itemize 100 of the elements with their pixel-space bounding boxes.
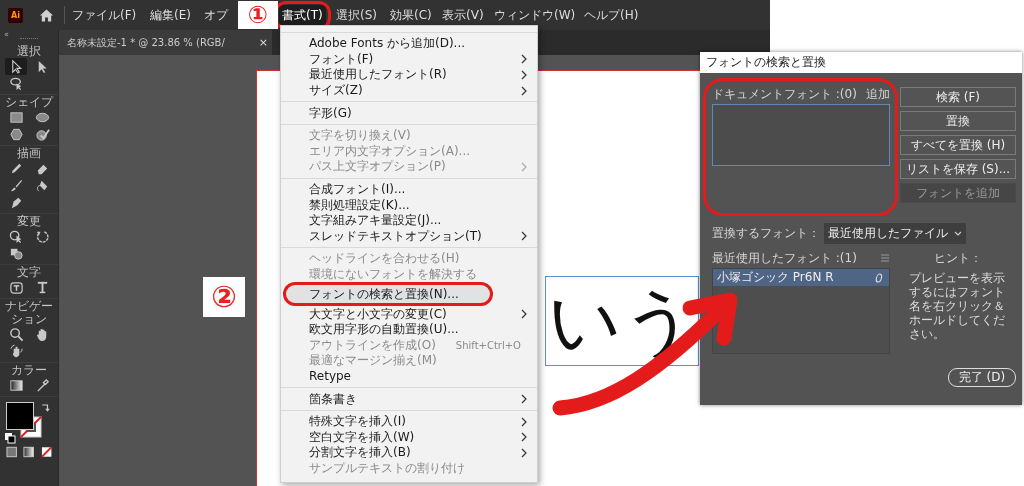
menu-item-label: 分割文字を挿入(B): [309, 444, 411, 462]
menu-item-label: パス上文字オプション(P): [309, 158, 446, 176]
menu-item[interactable]: 表示(V): [439, 4, 487, 26]
field-label: 最近使用したフォント :(1): [712, 249, 857, 267]
gradient-icon: [8, 378, 24, 393]
menu-item-label: 箇条書き: [309, 390, 357, 408]
menu-item[interactable]: 合成フォント(I)...: [281, 181, 537, 198]
menu-item[interactable]: 空白文字を挿入(W): [281, 429, 537, 446]
menu-item-label: ヘッドラインを合わせる(H): [309, 250, 460, 268]
home-icon: [39, 7, 54, 23]
document-title: 名称未設定-1 * @ 23.86 % (RGB/: [67, 35, 226, 50]
menu-item[interactable]: 最近使用したフォント(R): [281, 67, 537, 83]
step-number: ①: [238, 1, 278, 29]
tool-group-label: 描画: [16, 147, 42, 160]
menu-item[interactable]: 分割文字を挿入(B): [281, 445, 537, 461]
menu-item-label: Retype: [309, 369, 351, 384]
caret-down-icon: [954, 230, 962, 237]
transform-icon: [8, 229, 24, 244]
menu-item-label: 環境にないフォントを解決する: [309, 266, 477, 283]
menu-item[interactable]: 選択(S): [333, 4, 380, 26]
hint-title: ヒント：: [933, 250, 983, 267]
tool-group-label: シェイプ: [4, 96, 55, 109]
menu-item[interactable]: 特殊文字を挿入(I): [281, 413, 537, 430]
menu-item[interactable]: サイズ(Z): [281, 82, 537, 99]
tool-group-label: 文字: [16, 266, 42, 279]
rotate-icon: [34, 229, 50, 244]
shapes-icon: [8, 246, 24, 261]
font-source-dropdown[interactable]: 最近使用したファイル: [824, 223, 966, 244]
add-link[interactable]: 追加: [866, 85, 890, 103]
field-label: 置換するフォント：: [712, 225, 820, 242]
menu-item-label: サイズ(Z): [309, 82, 363, 100]
menu-item[interactable]: Adobe Fonts から追加(D)...: [281, 36, 537, 52]
font-list-item[interactable]: 小塚ゴシック Pr6N R: [713, 269, 889, 286]
step-number: ②: [203, 277, 245, 317]
brush-icon: [8, 178, 24, 193]
gradient-mode-icon: [23, 446, 35, 458]
menu-item[interactable]: 文字組みアキ量設定(J)...: [281, 212, 537, 229]
ellipse-icon: [34, 110, 50, 125]
menu-item[interactable]: ウィンドウ(W): [491, 4, 579, 26]
menu-item-label: エリア内文字オプション(A)...: [309, 142, 470, 160]
tool-group-label: 選択: [16, 45, 42, 58]
rotate-view-icon: [8, 344, 24, 359]
menu-item-label: 欧文用字形の自動置換(U)...: [309, 321, 459, 339]
menu-item[interactable]: 編集(E): [147, 4, 194, 26]
opentype-icon: [875, 272, 885, 283]
menu-item[interactable]: 大文字と小文字の変更(C): [281, 306, 537, 322]
menu-item-label: 字形(G): [309, 104, 352, 122]
blob-brush-icon: [34, 178, 50, 193]
menu-item[interactable]: 字形(G): [281, 105, 537, 121]
dialog-button[interactable]: リストを保存 (S)...: [900, 159, 1016, 179]
menu-item-label: フォント(F): [309, 50, 374, 68]
tool-button[interactable]: [5, 58, 27, 75]
menu-item-label: 文字を切り換え(V): [309, 127, 411, 145]
touch-type-icon: [8, 280, 24, 295]
list-view-icon: [880, 253, 890, 263]
menu-item-label: 特殊文字を挿入(I): [309, 413, 406, 431]
tool-group-label: ナビゲーション: [4, 300, 54, 326]
dialog-title: フォントの検索と置換: [700, 52, 1022, 73]
menu-item-label: アウトラインを作成(O): [309, 336, 436, 354]
menu-item-label: 禁則処理設定(K)...: [309, 196, 410, 214]
none-mode-icon: [40, 446, 52, 458]
menu-item-label: サンプルテキストの割り付け: [309, 459, 465, 477]
app-logo: Ai: [8, 7, 23, 23]
done-button[interactable]: 完了 (D): [948, 368, 1016, 387]
hexagon-icon: [8, 127, 24, 142]
menu-item[interactable]: スレッドテキストオプション(T): [281, 228, 537, 245]
search-icon: [8, 327, 24, 342]
menu-item-label: 文字組みアキ量設定(J)...: [309, 212, 442, 230]
menu-item-label: 最適なマージン揃え(M): [309, 352, 437, 370]
dialog-button[interactable]: すべてを置換 (H): [900, 135, 1016, 155]
menu-item[interactable]: 箇条書き: [281, 391, 537, 407]
tool-group-label: 変更: [16, 215, 42, 228]
rectangle-icon: [8, 110, 24, 125]
menu-item-label: 大文字と小文字の変更(C): [309, 305, 447, 323]
fill-swatch[interactable]: [6, 402, 34, 430]
menu-item[interactable]: オプ: [201, 4, 231, 26]
shaper-icon: [34, 127, 50, 142]
menu-item[interactable]: フォント(F): [281, 51, 537, 68]
menu-item[interactable]: Retype: [281, 368, 537, 385]
menu-item[interactable]: 効果(C): [387, 4, 435, 26]
menu-item-label: 最近使用したフォント(R): [309, 66, 447, 84]
eyedropper-icon: [34, 378, 50, 393]
hint-text: プレビューを表示するにはフォント名を右クリック＆ホールドしてください。: [909, 271, 1006, 341]
close-tab-button[interactable]: ×: [258, 36, 268, 49]
menu-item[interactable]: 禁則処理設定(K)...: [281, 197, 537, 213]
collapse-glyph[interactable]: «: [4, 30, 9, 39]
dialog-button[interactable]: 置換: [900, 111, 1016, 131]
dialog-button[interactable]: 検索 (F): [900, 87, 1016, 107]
panel-grip[interactable]: [20, 38, 38, 41]
menu-item-label: フォントの検索と置換(N)...: [309, 285, 459, 303]
menu-item[interactable]: ヘルプ(H): [581, 4, 642, 26]
fill-mode-icon: [6, 446, 18, 458]
lasso-icon: [8, 76, 24, 91]
menu-item-label: Adobe Fonts から追加(D)...: [309, 35, 465, 53]
swap-icon: [40, 402, 52, 414]
menu-item[interactable]: 欧文用字形の自動置換(U)...: [281, 321, 537, 338]
menu-item[interactable]: ファイル(F): [69, 4, 140, 26]
default-colors-icon: [4, 432, 16, 444]
shortcut-text: Shift+Ctrl+O: [455, 339, 521, 351]
menu-item[interactable]: フォントの検索と置換(N)...: [283, 282, 493, 307]
